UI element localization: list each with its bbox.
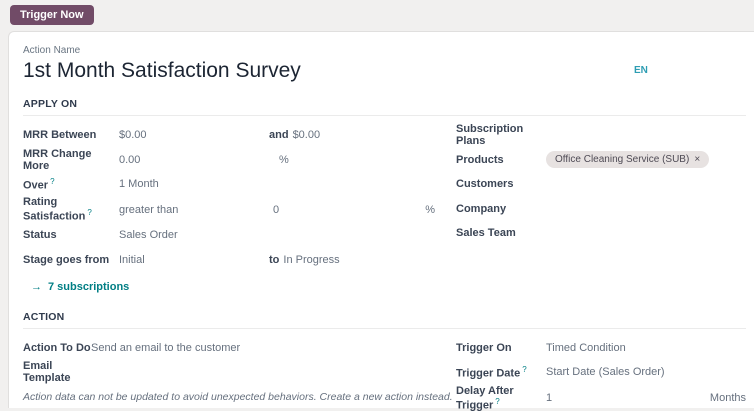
mrr-between-to-input[interactable]: $0.00 <box>293 129 321 141</box>
product-tag: Office Cleaning Service (SUB) × <box>546 151 709 168</box>
mrr-between-row: MRR Between $0.00 and$0.00 <box>23 123 443 147</box>
mrr-change-more-label: MRR Change More <box>23 148 119 172</box>
rating-unit-label: % <box>425 204 443 216</box>
email-template-input[interactable] <box>91 364 443 380</box>
status-bar: Trigger Now <box>0 0 754 31</box>
sales-team-label: Sales Team <box>456 227 546 239</box>
delay-after-trigger-label: Delay After Trigger? <box>456 385 546 411</box>
stage-from-select[interactable]: Initial <box>119 254 269 266</box>
product-tag-remove-icon[interactable]: × <box>694 155 700 165</box>
mrr-change-more-input[interactable]: 0.00 <box>119 154 269 166</box>
delay-unit-label: Months <box>710 392 746 404</box>
mrr-change-more-row: MRR Change More 0.00 % <box>23 148 443 172</box>
arrow-right-icon: → <box>31 281 42 293</box>
mrr-between-to-group: and $0.00 <box>269 129 443 141</box>
company-label: Company <box>456 203 546 215</box>
status-label: Status <box>23 229 119 241</box>
trigger-on-label: Trigger On <box>456 342 546 354</box>
stage-goes-from-label: Stage goes from <box>23 254 119 266</box>
apply-on-right-column: Subscription Plans Products Office Clean… <box>456 123 746 298</box>
delay-after-trigger-help-icon[interactable]: ? <box>495 397 499 406</box>
stage-to-label: to <box>269 254 279 266</box>
action-to-do-select[interactable]: Send an email to the customer <box>91 342 443 354</box>
mrr-between-from-input[interactable]: $0.00 <box>119 129 269 141</box>
subscription-plans-input[interactable] <box>546 127 746 143</box>
products-row: Products Office Cleaning Service (SUB) × <box>456 148 746 172</box>
subscriptions-link-label: 7 subscriptions <box>48 281 129 293</box>
action-right-column: Trigger On Timed Condition Trigger Date?… <box>456 336 746 411</box>
over-row: Over? 1 Month <box>23 172 443 196</box>
sales-team-row: Sales Team <box>456 221 746 245</box>
status-row: Status Sales Order <box>23 223 443 247</box>
action-section: ACTION Action To Do Send an email to the… <box>23 311 746 411</box>
company-row: Company <box>456 196 746 220</box>
status-select[interactable]: Sales Order <box>119 229 269 241</box>
subscriptions-link[interactable]: → 7 subscriptions <box>31 281 129 293</box>
stage-to-select[interactable]: In Progress <box>283 254 339 266</box>
mrr-change-more-unit: % <box>269 154 443 166</box>
trigger-date-select[interactable]: Start Date (Sales Order) <box>546 366 746 378</box>
subscription-plans-label: Subscription Plans <box>456 123 546 147</box>
action-left-column: Action To Do Send an email to the custom… <box>23 336 443 411</box>
sales-team-input[interactable] <box>546 225 746 241</box>
company-input[interactable] <box>546 201 746 217</box>
rating-satisfaction-label: Rating Satisfaction? <box>23 196 119 223</box>
trigger-date-help-icon[interactable]: ? <box>522 365 526 374</box>
trigger-on-row: Trigger On Timed Condition <box>456 336 746 360</box>
apply-on-section: APPLY ON MRR Between $0.00 and$0.00 MRR … <box>23 98 746 298</box>
stage-goes-from-row: Stage goes from Initial to In Progress <box>23 247 443 271</box>
over-select[interactable]: 1 Month <box>119 178 269 190</box>
products-input[interactable]: Office Cleaning Service (SUB) × <box>546 151 746 168</box>
apply-on-section-title: APPLY ON <box>23 98 746 116</box>
trigger-date-row: Trigger Date? Start Date (Sales Order) <box>456 360 746 384</box>
mrr-between-label: MRR Between <box>23 129 119 141</box>
trigger-now-button[interactable]: Trigger Now <box>10 5 94 25</box>
trigger-date-label: Trigger Date? <box>456 365 546 380</box>
rating-satisfaction-help-icon[interactable]: ? <box>87 208 91 217</box>
action-note: Action data can not be updated to avoid … <box>23 385 443 409</box>
action-to-do-label: Action To Do <box>23 342 91 354</box>
delay-after-trigger-input[interactable]: 1 <box>546 392 710 404</box>
subscriptions-link-row: → 7 subscriptions <box>23 276 443 298</box>
action-name-block: Action Name 1st Month Satisfaction Surve… <box>23 45 746 84</box>
action-to-do-row: Action To Do Send an email to the custom… <box>23 336 443 360</box>
stage-to-group: to In Progress <box>269 254 443 266</box>
delay-after-trigger-row: Delay After Trigger? 1 Months <box>456 385 746 411</box>
action-name-label: Action Name <box>23 45 746 56</box>
over-label: Over? <box>23 177 119 192</box>
email-template-label: Email Template <box>23 360 91 384</box>
rating-satisfaction-row: Rating Satisfaction? greater than 0 % <box>23 196 443 223</box>
product-tag-label: Office Cleaning Service (SUB) <box>555 154 689 165</box>
form-sheet: Action Name 1st Month Satisfaction Surve… <box>8 31 754 408</box>
customers-input[interactable] <box>546 176 746 192</box>
action-section-title: ACTION <box>23 311 746 329</box>
subscription-plans-row: Subscription Plans <box>456 123 746 147</box>
rating-operator-select[interactable]: greater than <box>119 204 269 216</box>
customers-row: Customers <box>456 172 746 196</box>
customers-label: Customers <box>456 178 546 190</box>
translate-language-badge[interactable]: EN <box>634 65 648 76</box>
trigger-on-select[interactable]: Timed Condition <box>546 342 746 354</box>
apply-on-left-column: MRR Between $0.00 and$0.00 MRR Change Mo… <box>23 123 443 298</box>
over-help-icon[interactable]: ? <box>50 177 54 186</box>
mrr-between-and-label: and <box>269 129 289 141</box>
products-label: Products <box>456 154 546 166</box>
email-template-row: Email Template <box>23 360 443 384</box>
rating-value-input[interactable]: 0 <box>269 204 425 216</box>
